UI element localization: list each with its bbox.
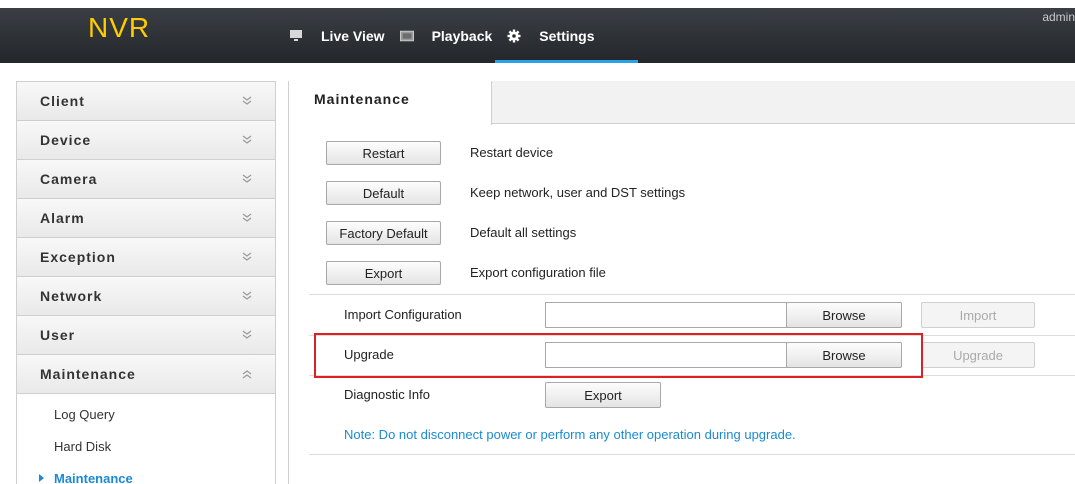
main-content: Maintenance Restart Restart device Defau… (288, 81, 1075, 484)
import-config-label: Import Configuration (344, 307, 462, 322)
nav-playback[interactable]: Playback (398, 8, 506, 63)
sidebar-item-exception[interactable]: Exception (17, 238, 275, 277)
sidebar-item-device[interactable]: Device (17, 121, 275, 160)
chevron-down-icon (242, 252, 252, 261)
monitor-icon (289, 29, 303, 43)
user-name[interactable]: admin (1042, 10, 1075, 24)
gear-icon (507, 29, 521, 43)
sidebar-item-network[interactable]: Network (17, 277, 275, 316)
sidebar-item-label: Device (40, 132, 92, 148)
restart-button[interactable]: Restart (326, 141, 441, 165)
import-config-file-field[interactable] (545, 302, 787, 328)
nav-live-view[interactable]: Live View (287, 8, 398, 63)
divider (309, 375, 1075, 376)
nav-live-view-label: Live View (321, 27, 385, 44)
app-logo: NVR (88, 12, 151, 43)
upgrade-browse-button[interactable]: Browse (786, 342, 902, 368)
divider (309, 294, 1075, 295)
default-button[interactable]: Default (326, 181, 441, 205)
chevron-down-icon (242, 174, 252, 183)
sidebar-item-label: Network (40, 288, 103, 304)
sidebar-subitem-maintenance[interactable]: Maintenance (17, 462, 275, 484)
sidebar-subitem-label: Log Query (54, 406, 115, 422)
chevron-up-icon (242, 370, 252, 379)
nav-playback-label: Playback (431, 27, 493, 44)
sidebar-item-alarm[interactable]: Alarm (17, 199, 275, 238)
sidebar-subitem-label: Maintenance (54, 470, 133, 484)
sidebar-item-label: Camera (40, 171, 98, 187)
chevron-down-icon (242, 330, 252, 339)
import-button[interactable]: Import (921, 302, 1035, 328)
factory-default-button[interactable]: Factory Default (326, 221, 441, 245)
divider (309, 454, 1075, 455)
maintenance-submenu: Log Query Hard Disk Maintenance (17, 394, 275, 484)
upgrade-button[interactable]: Upgrade (921, 342, 1035, 368)
sidebar-subitem-hard-disk[interactable]: Hard Disk (17, 430, 275, 462)
caret-right-icon (39, 474, 44, 482)
nav-settings[interactable]: Settings (495, 8, 638, 63)
factory-default-description: Default all settings (470, 225, 577, 240)
sidebar-item-label: Client (40, 93, 85, 109)
sidebar-subitem-log-query[interactable]: Log Query (17, 398, 275, 430)
chevron-down-icon (242, 291, 252, 300)
sidebar-item-label: Alarm (40, 210, 85, 226)
tab-bar: Maintenance (289, 81, 1075, 125)
sidebar-item-label: Maintenance (40, 366, 136, 382)
tab-maintenance[interactable]: Maintenance (289, 81, 492, 125)
restart-description: Restart device (470, 145, 554, 160)
diagnostic-info-label: Diagnostic Info (344, 387, 430, 402)
upgrade-label: Upgrade (344, 347, 394, 362)
export-config-description: Export configuration file (470, 265, 606, 280)
main-nav: Live View Playback Settings (287, 8, 638, 63)
settings-sidebar: Client Device Camera Alarm Exception Net… (16, 81, 276, 484)
sidebar-item-maintenance[interactable]: Maintenance (17, 355, 275, 394)
nav-settings-label: Settings (539, 27, 595, 44)
import-browse-button[interactable]: Browse (786, 302, 902, 328)
sidebar-item-client[interactable]: Client (17, 82, 275, 121)
chevron-down-icon (242, 213, 252, 222)
default-description: Keep network, user and DST settings (470, 185, 686, 200)
sidebar-item-label: User (40, 327, 76, 343)
upgrade-file-field[interactable] (545, 342, 787, 368)
sidebar-item-label: Exception (40, 249, 116, 265)
chevron-down-icon (242, 135, 252, 144)
sidebar-item-user[interactable]: User (17, 316, 275, 355)
upgrade-note: Note: Do not disconnect power or perform… (344, 427, 796, 442)
export-config-button[interactable]: Export (326, 261, 441, 285)
film-icon (399, 29, 414, 43)
diagnostic-export-button[interactable]: Export (545, 382, 661, 408)
sidebar-item-camera[interactable]: Camera (17, 160, 275, 199)
sidebar-subitem-label: Hard Disk (54, 438, 112, 454)
chevron-down-icon (242, 96, 252, 105)
divider (309, 335, 1075, 336)
top-bar: NVR Live View Playback Settings admin (0, 8, 1075, 63)
